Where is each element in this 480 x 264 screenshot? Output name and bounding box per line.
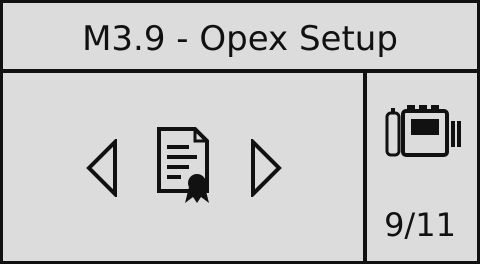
- next-button[interactable]: [249, 137, 283, 199]
- battery-pack-icon: [385, 105, 461, 157]
- previous-button[interactable]: [85, 137, 119, 199]
- document-certificate-icon: [157, 127, 209, 203]
- page-counter: 9/11: [384, 206, 456, 244]
- triangle-left-icon: [86, 137, 117, 199]
- screen-title: M3.9 - Opex Setup: [82, 19, 398, 59]
- triangle-right-icon: [251, 137, 282, 199]
- header-bar: M3.9 - Opex Setup: [3, 3, 477, 73]
- status-panel: 9/11: [367, 73, 477, 261]
- menu-navigation-area: [3, 73, 363, 261]
- lcd-screen: M3.9 - Opex Setup 9/11: [0, 0, 480, 264]
